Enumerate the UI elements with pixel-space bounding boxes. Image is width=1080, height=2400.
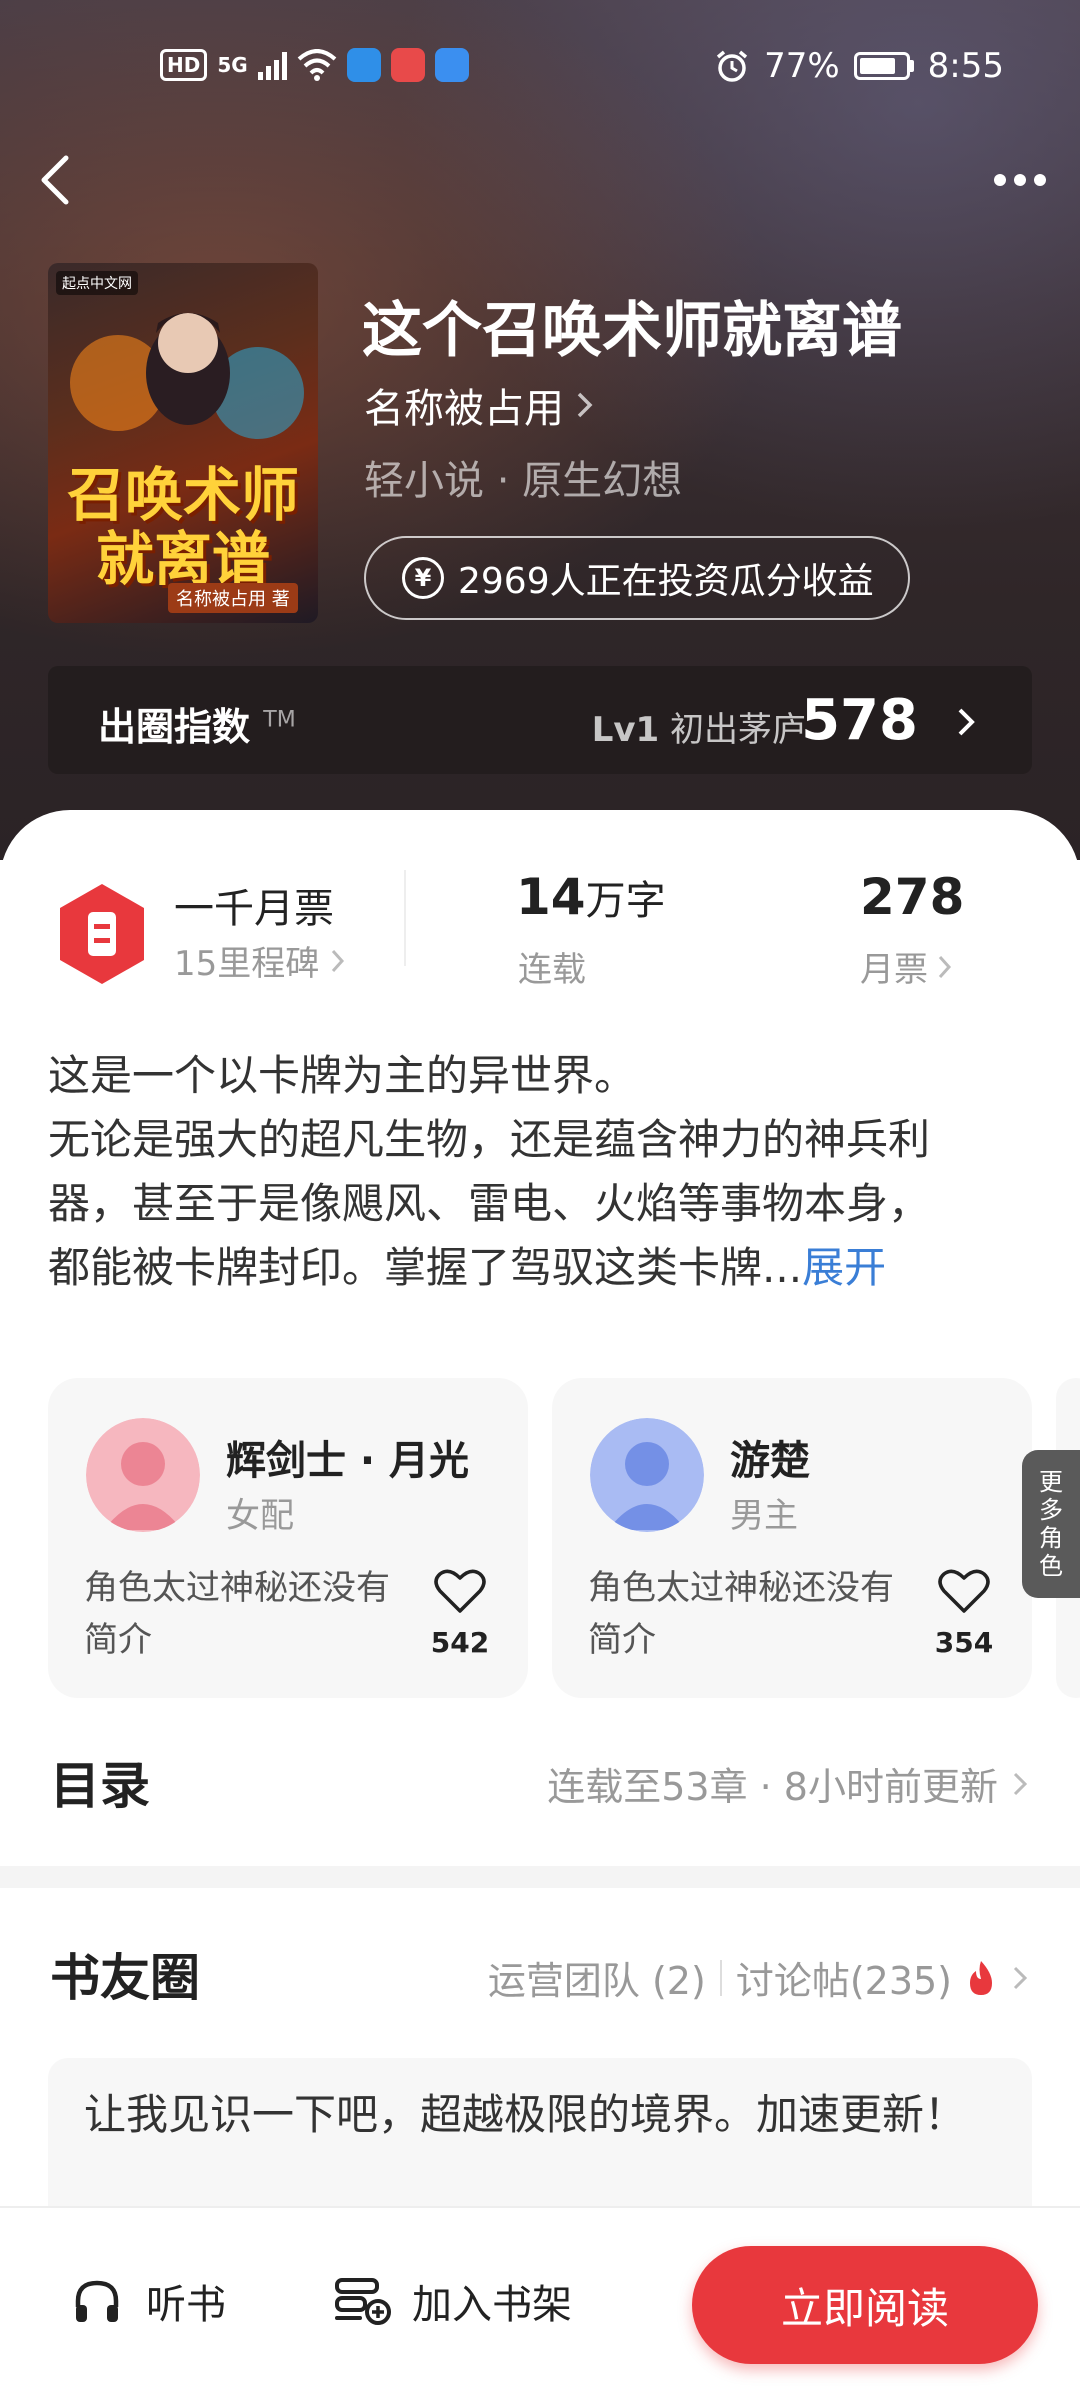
role-name: 游楚 (730, 1438, 810, 1484)
headphones-icon (75, 2280, 119, 2322)
cloud-app-icon (434, 48, 469, 82)
like-button[interactable]: 542 (430, 1568, 490, 1659)
level-badge: Lv1 (591, 710, 660, 750)
like-button[interactable]: 354 (934, 1568, 994, 1659)
serial-status: 连载 (518, 950, 586, 990)
avatar (590, 1418, 704, 1532)
toc-update-info: 连载至53章 · 8小时前更新 (547, 1765, 998, 1809)
stats-divider (404, 870, 406, 966)
status-right: 77% 8:55 (714, 46, 1004, 86)
monthly-tickets-count[interactable]: 278 (860, 868, 964, 926)
word-count-unit: 万字 (585, 878, 666, 924)
listen-label: 听书 (146, 2282, 226, 2328)
word-count: 14万字 (516, 868, 666, 926)
chevron-right-icon (1013, 1772, 1028, 1795)
bottom-action-bar: 听书 加入书架 立即阅读 (0, 2206, 1080, 2400)
divider (719, 1959, 722, 1996)
book-circle-title[interactable]: 书友圈 (50, 1938, 200, 2010)
battery-icon (853, 52, 914, 80)
book-title: 这个召唤术师就离谱 (362, 296, 902, 366)
role-type: 男主 (730, 1496, 798, 1536)
avatar (86, 1418, 200, 1532)
chevron-right-icon (577, 392, 593, 418)
cover-author-chip: 名称被占用 著 (168, 583, 298, 613)
read-now-button[interactable]: 立即阅读 (692, 2246, 1038, 2364)
chevron-right-icon (332, 949, 345, 972)
role-card[interactable]: 游楚 男主 角色太过神秘还没有简介 354 (552, 1378, 1032, 1698)
invest-text: 2969人正在投资瓜分收益 (458, 561, 874, 602)
discussion-count: 讨论帖(235) (735, 1959, 952, 2003)
chevron-right-icon (1013, 1966, 1028, 1989)
back-button[interactable] (28, 150, 88, 210)
circle-index-title: 出圈指数 TM (98, 696, 296, 751)
status-bar: HD 5G 77% 8:55 (0, 40, 1080, 100)
add-shelf-icon (335, 2278, 391, 2325)
like-count: 354 (934, 1626, 994, 1659)
expand-link[interactable]: 展开 (802, 1243, 886, 1292)
status-left: HD 5G (160, 48, 469, 82)
browser-app-icon (346, 48, 381, 82)
chevron-left-icon (41, 155, 69, 205)
shelf-label: 加入书架 (412, 2282, 572, 2328)
alarm-icon (716, 50, 748, 82)
role-description: 角色太过神秘还没有简介 (84, 1568, 390, 1660)
monthly-tickets-link[interactable]: 月票 (860, 942, 954, 991)
circle-index-level: Lv1 初出茅庐 (592, 702, 806, 751)
post-preview-card[interactable]: 让我见识一下吧，超越极限的境界。加速更新！ (48, 2058, 1032, 2218)
description-line: 无论是强大的超凡生物，还是蕴含神力的神兵利 (48, 1115, 931, 1164)
role-type: 女配 (226, 1496, 294, 1536)
description-line: 这是一个以卡牌为主的异世界。 (48, 1051, 637, 1100)
heart-icon (434, 1569, 486, 1613)
add-to-shelf-button[interactable]: 加入书架 (334, 2272, 572, 2330)
reader-app-icon (390, 48, 425, 82)
like-count: 542 (430, 1626, 490, 1659)
battery-percent: 77% (764, 46, 840, 86)
circle-index-label: 出圈指数 (98, 705, 251, 749)
yen-icon: ¥ (402, 557, 444, 599)
wifi-icon (297, 49, 337, 81)
chevron-right-icon (958, 708, 975, 736)
author-link[interactable]: 名称被占用 (364, 376, 596, 434)
listen-button[interactable]: 听书 (72, 2272, 226, 2330)
signal-icon (257, 50, 287, 80)
author-name: 名称被占用 (364, 386, 564, 432)
description-line: 都能被卡牌封印。掌握了驾驭这类卡牌...展开 (48, 1236, 1028, 1300)
hd-badge: HD (160, 49, 208, 81)
book-circle-link[interactable]: 运营团队 (2) 讨论帖(235) (488, 1950, 1030, 2005)
milestone-badge-icon (60, 884, 144, 984)
chevron-right-icon (938, 955, 952, 978)
role-name: 辉剑士 · 月光 (226, 1438, 470, 1484)
word-count-value: 14 (516, 868, 586, 926)
network-type: 5G (217, 53, 248, 77)
cover-title-art: 召唤术师就离谱 (66, 461, 299, 593)
book-genre: 轻小说 · 原生幻想 (364, 458, 683, 504)
milestone-link[interactable]: 15里程碑 (174, 936, 347, 985)
trademark-mark: TM (263, 707, 296, 733)
section-divider (0, 1866, 1080, 1888)
milestone-sub: 15里程碑 (174, 944, 320, 984)
ops-team-count: 运营团队 (2) (487, 1959, 706, 2003)
more-roles-button[interactable]: 更多角色 (1022, 1450, 1080, 1598)
role-description: 角色太过神秘还没有简介 (588, 1568, 894, 1660)
level-name: 初出茅庐 (670, 710, 806, 750)
clock: 8:55 (927, 46, 1004, 86)
toc-link[interactable]: 连载至53章 · 8小时前更新 (547, 1756, 1030, 1811)
description-line: 器，甚至于是像飓风、雷电、火焰等事物本身， (48, 1179, 931, 1228)
description-line-text: 都能被卡牌封印。掌握了驾驭这类卡牌... (48, 1243, 803, 1292)
fire-icon (970, 1960, 992, 1995)
circle-index-bar[interactable]: 出圈指数 TM Lv1 初出茅庐 578 (48, 666, 1032, 774)
book-cover[interactable]: 起点中文网 召唤术师就离谱 名称被占用 著 (48, 263, 318, 623)
milestone-title[interactable]: 一千月票 (174, 876, 334, 934)
circle-index-score: 578 (801, 688, 918, 753)
book-description[interactable]: 这是一个以卡牌为主的异世界。 无论是强大的超凡生物，还是蕴含神力的神兵利 器，甚… (48, 1044, 1028, 1300)
role-card[interactable]: 辉剑士 · 月光 女配 角色太过神秘还没有简介 542 (48, 1378, 528, 1698)
monthly-tickets-label: 月票 (860, 950, 928, 990)
toc-title[interactable]: 目录 (50, 1746, 150, 1818)
more-options-button[interactable] (984, 150, 1056, 210)
post-preview-text: 让我见识一下吧，超越极限的境界。加速更新！ (84, 2090, 967, 2139)
invest-button[interactable]: ¥ 2969人正在投资瓜分收益 (364, 536, 910, 620)
heart-icon (938, 1569, 990, 1613)
